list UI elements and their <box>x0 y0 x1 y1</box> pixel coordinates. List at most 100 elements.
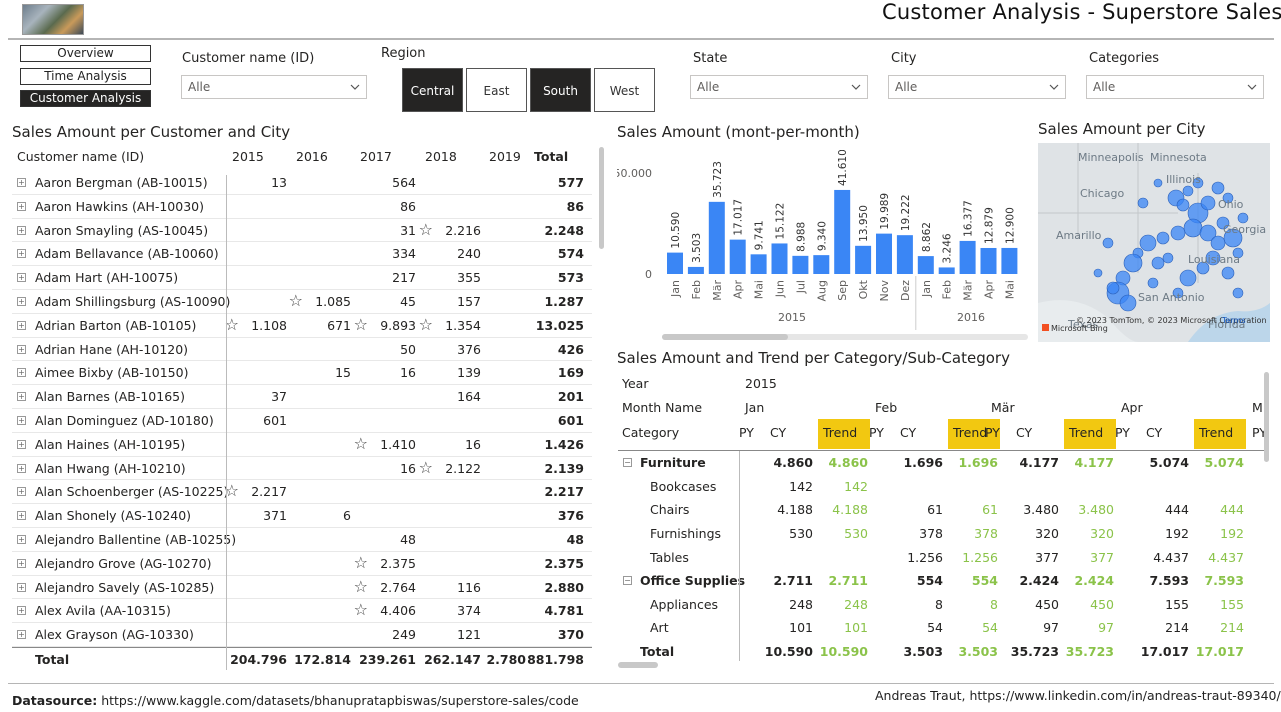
table-row[interactable]: + Alejandro Savely (AS-10285) ☆ 2.764 116 2.8… <box>12 576 592 600</box>
matrix-subheader[interactable]: PY <box>985 425 1000 440</box>
expand-icon[interactable]: + <box>17 463 26 473</box>
footer-author[interactable]: Andreas Traut, https://www.linkedin.com/… <box>875 688 1281 703</box>
city-dropdown[interactable]: Alle <box>888 75 1066 99</box>
col-header-customer[interactable]: Customer name (ID) <box>17 149 144 164</box>
categories-dropdown[interactable]: Alle <box>1086 75 1264 99</box>
region-east-button[interactable]: East <box>466 68 527 112</box>
matrix-scrollbar-v[interactable] <box>1264 372 1269 462</box>
matrix-subheader[interactable]: CY <box>770 425 786 440</box>
collapse-icon[interactable]: − <box>623 576 632 586</box>
expand-icon[interactable]: + <box>17 439 26 449</box>
table-row[interactable]: + Adrian Hane (AH-10120) 50 376 426 <box>12 338 592 362</box>
customer-name: Alan Barnes (AB-10165) <box>35 389 185 405</box>
chart-bar <box>917 256 934 274</box>
table-row[interactable]: + Aaron Hawkins (AH-10030) 86 86 <box>12 195 592 219</box>
matrix-subheader[interactable]: CY <box>900 425 916 440</box>
expand-icon[interactable]: + <box>17 392 26 402</box>
expand-icon[interactable]: + <box>17 273 26 283</box>
expand-icon[interactable]: + <box>17 225 26 235</box>
expand-icon[interactable]: + <box>17 534 26 544</box>
table-row[interactable]: + Alan Shonely (AS-10240) 371 6 376 <box>12 504 592 528</box>
matrix-subheader[interactable]: PY <box>1115 425 1130 440</box>
col-header-2019[interactable]: 2019 <box>489 149 521 164</box>
expand-icon[interactable]: + <box>17 320 26 330</box>
matrix-subheader[interactable]: PY <box>739 425 754 440</box>
page-title: Customer Analysis - Superstore Sales <box>882 0 1281 24</box>
datasource-link[interactable]: https://www.kaggle.com/datasets/bhanupra… <box>101 693 579 708</box>
expand-icon[interactable]: + <box>17 178 26 187</box>
expand-icon[interactable]: + <box>17 630 26 640</box>
table-row[interactable]: + Adam Shillingsburg (AS-10090) ☆ 1.085 45 15… <box>12 290 592 314</box>
table-row[interactable]: + Adam Bellavance (AB-10060) 334 240 574 <box>12 242 592 267</box>
expand-icon[interactable]: + <box>17 487 26 497</box>
matrix-subheader[interactable]: Trend <box>1069 425 1103 440</box>
table-row[interactable]: + Aimee Bixby (AB-10150) 15 16 139 169 <box>12 361 592 386</box>
region-south-button[interactable]: South <box>530 68 591 112</box>
matrix-scrollbar-h[interactable] <box>618 662 658 668</box>
expand-icon[interactable]: + <box>17 368 26 378</box>
expand-icon[interactable]: + <box>17 606 26 616</box>
matrix-row[interactable]: Art 101 101 54 54 97 97 214 214 <box>618 616 1268 640</box>
region-central-button[interactable]: Central <box>402 68 463 112</box>
matrix-subheader[interactable]: CY <box>1146 425 1162 440</box>
customer-table-scrollbar[interactable] <box>599 147 604 249</box>
expand-icon[interactable]: + <box>17 201 26 211</box>
table-row[interactable]: + Adam Hart (AH-10075) 217 355 573 <box>12 266 592 290</box>
matrix-subheader[interactable]: CY <box>1016 425 1032 440</box>
matrix-subheader[interactable]: PY <box>869 425 884 440</box>
matrix-total-row[interactable]: Total 10.590 10.590 3.503 3.503 35.723 35.723 1… <box>618 640 1268 664</box>
city-map[interactable]: Minneapolis Minnesota Chicago Illinois Amari… <box>1038 143 1270 342</box>
star-icon: ☆ <box>353 576 368 596</box>
table-row[interactable]: + Aaron Smayling (AS-10045) 31 ☆ 2.216 2.248 <box>12 219 592 243</box>
matrix-row[interactable]: Appliances 248 248 8 8 450 450 155 155 <box>618 593 1268 617</box>
expand-icon[interactable]: + <box>17 296 26 306</box>
col-header-2015[interactable]: 2015 <box>232 149 264 164</box>
matrix-row[interactable]: − Furniture 4.860 4.860 1.696 1.696 4.177 4.177… <box>618 451 1268 475</box>
state-dropdown[interactable]: Alle <box>690 75 868 99</box>
matrix-row[interactable]: Chairs 4.188 4.188 61 61 3.480 3.480 444 444 <box>618 498 1268 522</box>
table-row[interactable]: + Alan Haines (AH-10195) ☆ 1.410 16 1.426 <box>12 433 592 457</box>
col-header-2018[interactable]: 2018 <box>425 149 457 164</box>
matrix-row[interactable]: Tables 1.256 1.256 377 377 4.437 4.437 <box>618 546 1268 570</box>
table-row[interactable]: + Alan Schoenberger (AS-10225) ☆ 2.217 2.217 <box>12 480 592 505</box>
matrix-row[interactable]: Bookcases 142 142 <box>618 475 1268 499</box>
map-terms-link[interactable]: Terms <box>1221 316 1246 325</box>
nav-overview-button[interactable]: Overview <box>20 45 151 62</box>
col-header-2016[interactable]: 2016 <box>296 149 328 164</box>
matrix-subheader[interactable]: Trend <box>823 425 857 440</box>
matrix-subheader[interactable]: Trend <box>953 425 987 440</box>
expand-icon[interactable]: + <box>17 582 26 592</box>
collapse-icon[interactable]: − <box>623 458 632 468</box>
col-header-2017[interactable]: 2017 <box>360 149 392 164</box>
matrix-row[interactable]: − Office Supplies 2.711 2.711 554 554 2.424 2.4… <box>618 569 1268 593</box>
data-label: 8.988 <box>795 222 807 252</box>
table-row[interactable]: + Alejandro Ballentine (AB-10255) 48 48 <box>12 528 592 552</box>
table-row[interactable]: + Alan Dominguez (AD-10180) 601 601 <box>12 409 592 433</box>
expand-icon[interactable]: + <box>17 558 26 568</box>
table-row[interactable]: + Aaron Bergman (AB-10015) 13 564 577 <box>12 171 592 195</box>
table-row[interactable]: + Alan Barnes (AB-10165) 37 164 201 <box>12 385 592 409</box>
nav-time-analysis-button[interactable]: Time Analysis <box>20 68 151 85</box>
map-bubble <box>1200 195 1216 211</box>
cy-value: 101 <box>789 620 813 636</box>
matrix-row[interactable]: Furnishings 530 530 378 378 320 320 192 192 <box>618 522 1268 546</box>
table-row[interactable]: + Alex Avila (AA-10315) ☆ 4.406 374 4.781 <box>12 599 592 624</box>
region-west-button[interactable]: West <box>594 68 655 112</box>
expand-icon[interactable]: + <box>17 249 26 259</box>
nav-customer-analysis-button[interactable]: Customer Analysis <box>20 90 151 107</box>
col-header-total[interactable]: Total <box>534 149 568 164</box>
chart-bar <box>959 240 976 274</box>
table-row[interactable]: + Alan Hwang (AH-10210) 16 ☆ 2.122 2.139 <box>12 457 592 481</box>
cy-value: 450 <box>1035 596 1059 612</box>
table-row[interactable]: + Alejandro Grove (AG-10270) ☆ 2.375 2.375 <box>12 552 592 576</box>
expand-icon[interactable]: + <box>17 511 26 521</box>
table-row[interactable]: + Adrian Barton (AB-10105) ☆ 1.108 671 ☆ 9.893… <box>12 314 592 338</box>
cy-value: 155 <box>1165 596 1189 612</box>
expand-icon[interactable]: + <box>17 344 26 354</box>
bar-chart-scrollbar[interactable] <box>662 334 788 340</box>
matrix-subheader[interactable]: Trend <box>1199 425 1233 440</box>
expand-icon[interactable]: + <box>17 415 26 425</box>
table-row[interactable]: + Alex Grayson (AG-10330) 249 121 370 <box>12 623 592 647</box>
customer-dropdown[interactable]: Alle <box>181 75 367 99</box>
month-label: Month Name <box>622 399 703 415</box>
